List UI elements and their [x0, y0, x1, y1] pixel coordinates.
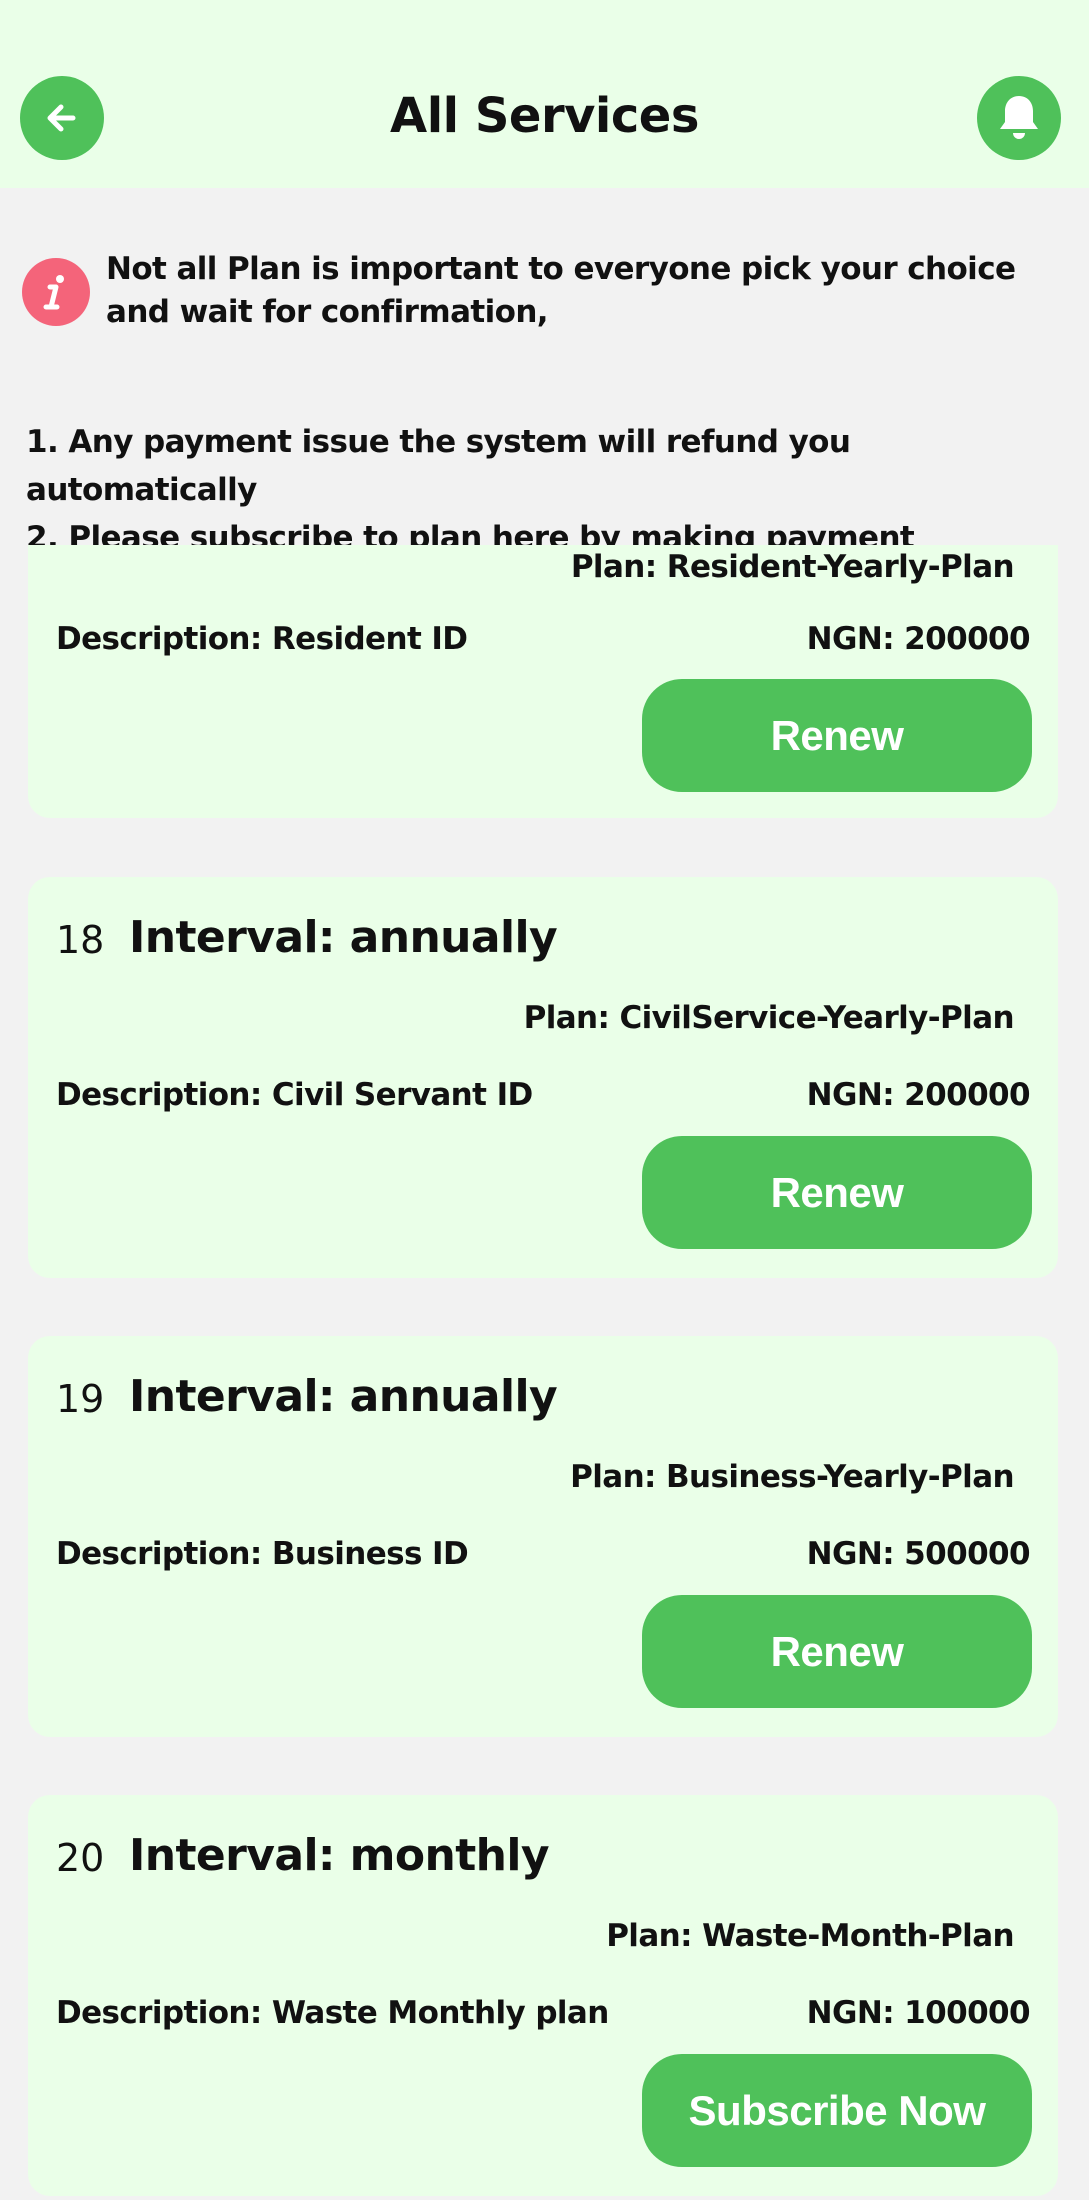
plan-description: Description: Waste Monthly plan	[56, 1995, 609, 2031]
service-card: 18 Interval: annually Plan: CivilService…	[28, 877, 1058, 1278]
plan-price: NGN: 500000	[806, 1536, 1031, 1572]
plan-number: 18	[56, 918, 105, 962]
plan-name: Plan: CivilService-Yearly-Plan	[523, 1000, 1015, 1036]
plan-price: NGN: 100000	[806, 1995, 1031, 2031]
plan-number: 19	[56, 1377, 105, 1421]
service-card: 19 Interval: annually Plan: Business-Yea…	[28, 1336, 1058, 1737]
bell-icon	[1000, 96, 1038, 139]
renew-button[interactable]: Renew	[642, 1595, 1032, 1708]
plan-name: Plan: Resident-Yearly-Plan	[570, 549, 1015, 585]
payment-notes: 1. Any payment issue the system will ref…	[26, 418, 1076, 562]
plan-price: NGN: 200000	[806, 1077, 1031, 1113]
renew-button[interactable]: Renew	[642, 1136, 1032, 1249]
plan-name: Plan: Business-Yearly-Plan	[570, 1459, 1014, 1495]
renew-button[interactable]: Renew	[642, 679, 1032, 792]
plan-description: Description: Resident ID	[56, 621, 468, 657]
info-icon	[22, 258, 90, 326]
plan-description: Description: Civil Servant ID	[56, 1077, 533, 1113]
plan-interval: Interval: annually	[129, 1371, 558, 1422]
plan-description: Description: Business ID	[56, 1536, 469, 1572]
page-title: All Services	[390, 88, 699, 144]
service-card: 20 Interval: monthly Plan: Waste-Month-P…	[28, 1795, 1058, 2196]
plan-name: Plan: Waste-Month-Plan	[606, 1918, 1014, 1954]
info-text: Not all Plan is important to everyone pi…	[106, 251, 1016, 330]
plan-price: NGN: 200000	[806, 621, 1031, 657]
note-refund: 1. Any payment issue the system will ref…	[26, 424, 851, 508]
app-header: All Services	[0, 0, 1089, 188]
plan-interval: Interval: monthly	[129, 1830, 550, 1881]
notifications-button[interactable]	[977, 76, 1061, 160]
service-card: Plan: Resident-Yearly-Plan Description: …	[28, 545, 1058, 818]
plan-number: 20	[56, 1836, 105, 1880]
subscribe-now-button[interactable]: Subscribe Now	[642, 2054, 1032, 2167]
plan-interval: Interval: annually	[129, 912, 558, 963]
